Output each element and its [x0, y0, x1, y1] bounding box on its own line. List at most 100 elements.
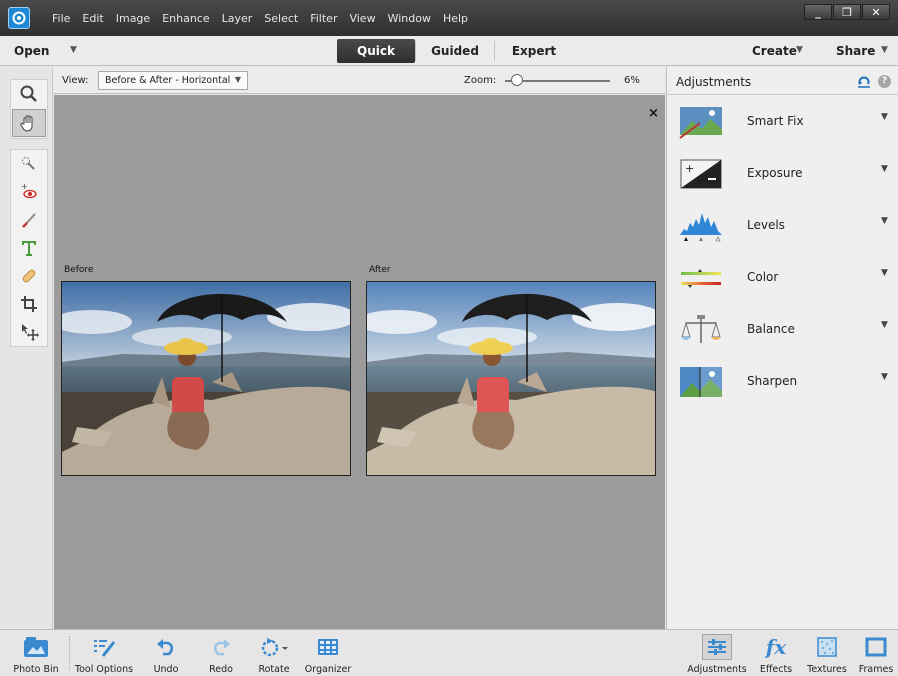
- menu-help[interactable]: Help: [443, 12, 468, 25]
- crop-icon[interactable]: [11, 290, 47, 318]
- mode-bar: Open ▼ Quick Guided Expert Create ▼ Shar…: [0, 36, 898, 66]
- close-icon[interactable]: ✕: [862, 4, 890, 20]
- menu-bar: File Edit Image Enhance Layer Select Fil…: [0, 0, 898, 36]
- chevron-down-icon[interactable]: ▼: [881, 45, 888, 55]
- sharpen-icon: [678, 365, 724, 399]
- chevron-down-icon[interactable]: ▼: [881, 372, 888, 382]
- panel-header: Adjustments ?: [667, 67, 898, 95]
- rotate-icon: [259, 634, 289, 660]
- adjustment-label: Sharpen: [747, 374, 798, 388]
- menu-image[interactable]: Image: [116, 12, 150, 25]
- before-photo: [61, 281, 351, 476]
- tab-quick[interactable]: Quick: [337, 39, 415, 63]
- toolbox: +: [0, 67, 53, 629]
- menu-select[interactable]: Select: [264, 12, 298, 25]
- smart-fix-icon: [678, 105, 724, 139]
- effects-label: Effects: [759, 664, 793, 675]
- rotate-label: Rotate: [258, 664, 290, 675]
- menu-view[interactable]: View: [349, 12, 375, 25]
- chevron-down-icon[interactable]: ▼: [881, 216, 888, 226]
- close-icon[interactable]: ×: [648, 106, 659, 121]
- chevron-down-icon[interactable]: ▼: [796, 45, 803, 55]
- adjustments-label: Adjustments: [687, 664, 747, 675]
- view-select-value: Before & After - Horizontal: [105, 75, 231, 86]
- adjustment-exposure[interactable]: + Exposure ▼: [667, 147, 898, 199]
- textures-button[interactable]: Textures: [806, 634, 848, 675]
- before-label: Before: [64, 265, 94, 275]
- reset-icon[interactable]: [857, 76, 871, 91]
- color-icon: [678, 261, 724, 295]
- balance-icon: [678, 313, 724, 347]
- red-eye-icon[interactable]: +: [11, 178, 47, 206]
- chevron-down-icon[interactable]: ▼: [70, 45, 77, 55]
- organizer-button[interactable]: Organizer: [302, 634, 354, 675]
- rotate-button[interactable]: Rotate: [254, 634, 294, 675]
- undo-button[interactable]: Undo: [146, 634, 186, 675]
- after-label: After: [369, 265, 391, 275]
- chevron-down-icon[interactable]: ▼: [881, 164, 888, 174]
- adjustments-panel: Adjustments ? Smart Fix ▼ + Exposure ▼ L…: [666, 67, 898, 629]
- zoom-slider-thumb[interactable]: [510, 74, 523, 86]
- panel-title: Adjustments: [676, 75, 752, 89]
- adjustment-balance[interactable]: Balance ▼: [667, 303, 898, 355]
- image-canvas[interactable]: × Before After: [54, 95, 665, 629]
- edit-tool-group: +: [10, 149, 48, 347]
- tool-options-button[interactable]: Tool Options: [72, 634, 136, 675]
- adjustment-smart-fix[interactable]: Smart Fix ▼: [667, 95, 898, 147]
- zoom-label: Zoom:: [464, 75, 497, 86]
- photo-bin-icon: [23, 634, 49, 660]
- zoom-icon[interactable]: [11, 80, 47, 108]
- menu-filter[interactable]: Filter: [310, 12, 337, 25]
- adjustment-sharpen[interactable]: Sharpen ▼: [667, 355, 898, 407]
- view-select[interactable]: Before & After - Horizontal ▼: [98, 71, 248, 90]
- adjustment-label: Exposure: [747, 166, 803, 180]
- restore-icon[interactable]: ❐: [833, 4, 861, 20]
- app-logo-icon[interactable]: [8, 7, 30, 29]
- type-icon[interactable]: [11, 234, 47, 262]
- menu-edit[interactable]: Edit: [82, 12, 103, 25]
- organizer-label: Organizer: [304, 664, 352, 675]
- help-icon[interactable]: ?: [878, 75, 891, 88]
- svg-text:+: +: [21, 182, 28, 191]
- chevron-down-icon: ▼: [234, 75, 241, 84]
- spot-healing-icon[interactable]: [11, 262, 47, 290]
- photo-bin-button[interactable]: Photo Bin: [4, 634, 68, 675]
- tab-guided[interactable]: Guided: [416, 39, 494, 63]
- move-icon[interactable]: [11, 318, 47, 346]
- undo-icon: [155, 634, 177, 660]
- hand-icon[interactable]: [12, 109, 46, 137]
- menu-file[interactable]: File: [52, 12, 70, 25]
- chevron-down-icon[interactable]: ▼: [881, 320, 888, 330]
- chevron-down-icon[interactable]: ▼: [881, 268, 888, 278]
- adjustment-color[interactable]: Color ▼: [667, 251, 898, 303]
- adjustment-label: Smart Fix: [747, 114, 804, 128]
- adjustment-levels[interactable]: Levels ▼: [667, 199, 898, 251]
- svg-text:+: +: [685, 162, 694, 175]
- textures-icon: [816, 634, 838, 660]
- tool-options-label: Tool Options: [74, 664, 134, 675]
- tool-options-icon: [91, 634, 117, 660]
- effects-button[interactable]: fx Effects: [758, 634, 794, 675]
- adjustments-button[interactable]: Adjustments: [686, 634, 748, 675]
- view-options-bar: View: Before & After - Horizontal ▼ Zoom…: [54, 67, 665, 94]
- whiten-teeth-icon[interactable]: [11, 206, 47, 234]
- minimize-icon[interactable]: _: [804, 4, 832, 20]
- redo-button[interactable]: Redo: [201, 634, 241, 675]
- frames-button[interactable]: Frames: [856, 634, 896, 675]
- menu-window[interactable]: Window: [388, 12, 431, 25]
- share-button[interactable]: Share: [836, 44, 875, 58]
- quick-selection-icon[interactable]: [11, 150, 47, 178]
- menu-enhance[interactable]: Enhance: [162, 12, 209, 25]
- open-button[interactable]: Open: [14, 44, 49, 58]
- photo-bin-label: Photo Bin: [13, 664, 59, 675]
- tab-expert[interactable]: Expert: [495, 39, 573, 63]
- chevron-down-icon[interactable]: ▼: [881, 112, 888, 122]
- bottom-taskbar: Photo Bin Tool Options Undo Redo Rotate …: [0, 629, 898, 676]
- menu-layer[interactable]: Layer: [222, 12, 253, 25]
- levels-icon: [678, 209, 724, 243]
- create-button[interactable]: Create: [752, 44, 797, 58]
- zoom-value: 6%: [624, 75, 640, 86]
- undo-label: Undo: [153, 664, 179, 675]
- exposure-icon: +: [678, 157, 724, 191]
- view-tool-group: [10, 79, 48, 139]
